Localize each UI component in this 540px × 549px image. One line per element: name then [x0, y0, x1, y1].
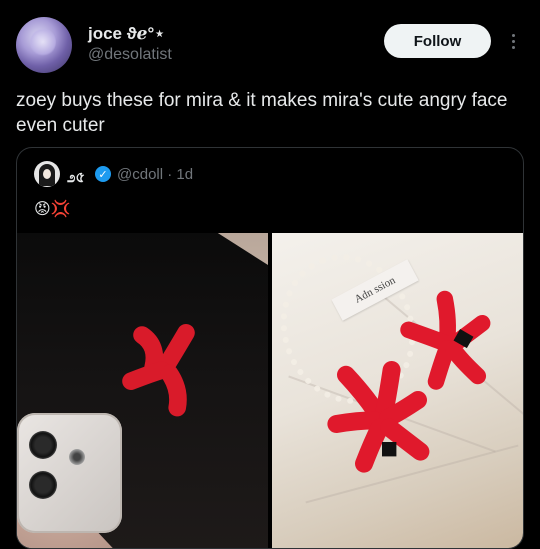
red-clip-right-bottom — [327, 361, 430, 473]
quoted-tweet[interactable]: ೨৫ ✓ @cdoll · 1d 😡💢 Adn ssion — [16, 147, 524, 549]
phone-camera — [17, 413, 122, 533]
quoted-display-name[interactable]: ೨৫ — [67, 166, 85, 191]
quoted-handle-time[interactable]: @cdoll · 1d — [117, 166, 193, 183]
tweet-text: zoey buys these for mira & it makes mira… — [16, 90, 508, 136]
follow-button[interactable]: Follow — [384, 24, 491, 58]
quoted-emoji-text: 😡💢 — [34, 201, 71, 218]
quoted-avatar[interactable] — [34, 161, 60, 187]
red-clip-left — [122, 324, 195, 417]
more-icon[interactable] — [504, 28, 522, 54]
author-display-name[interactable]: joce ϑℯ°⋆ — [88, 24, 165, 44]
verified-icon: ✓ — [95, 166, 111, 182]
author-avatar[interactable] — [16, 17, 72, 73]
author-handle[interactable]: @desolatist — [88, 46, 172, 64]
quoted-image-left[interactable] — [17, 233, 268, 548]
quoted-image-right[interactable]: Adn ssion — [272, 233, 523, 548]
